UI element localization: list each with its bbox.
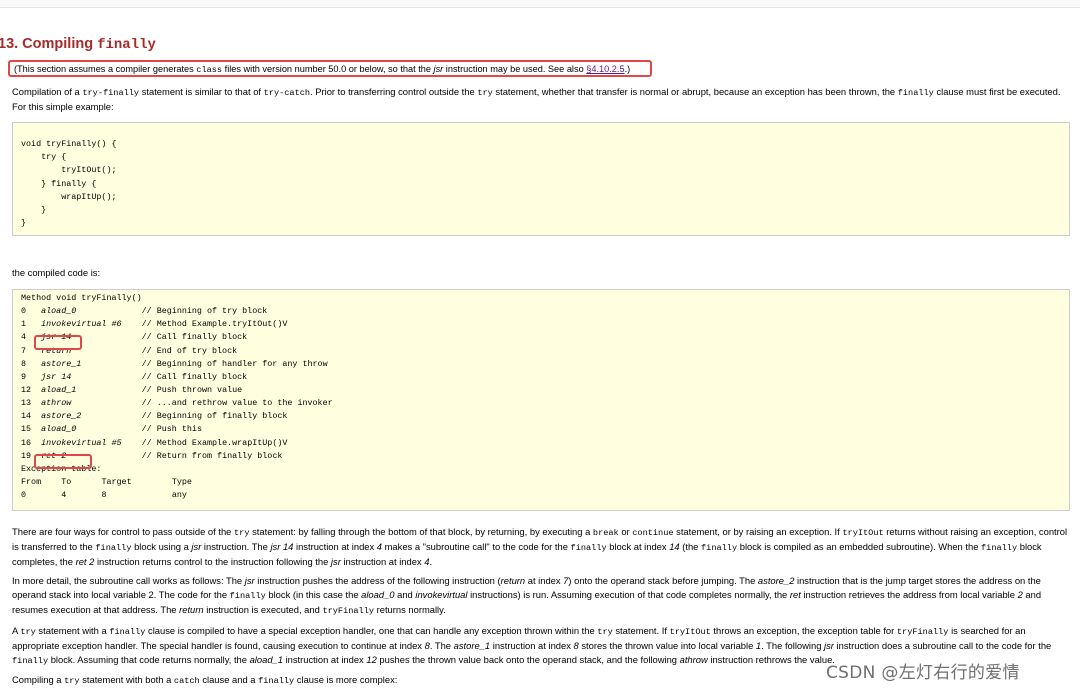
bytecode-comment: // Method Example.wrapItUp()V [141,437,288,448]
bytecode-comment: // Beginning of finally block [141,411,288,422]
section-keyword: finally [97,37,156,53]
bytecode-index: 19 [21,450,32,461]
highlight-ret-2 [34,454,92,469]
bytecode-comment: // Call finally block [141,371,248,382]
bytecode-instruction: astore_2 [41,411,82,422]
bytecode-comment: // Beginning of try block [141,306,268,317]
exception-cell: 8 [101,490,107,501]
code-line: wrapItUp(); [21,191,117,202]
exception-col-header: To [61,476,72,487]
exception-col-header: Target [101,476,132,487]
bytecode-comment: // Method Example.tryItOut()V [141,319,288,330]
bytecode-index: 9 [21,371,27,382]
bytecode-comment: // Push thrown value [141,384,243,395]
paragraph-subroutine-detail: In more detail, the subroutine call work… [12,575,1042,617]
bytecode-index: 7 [21,345,27,356]
bytecode-row: 15 aload_0 // Push this [21,423,1069,436]
example-code-block: void tryFinally() { try { tryItOut(); } … [12,122,1070,236]
csdn-watermark: CSDN @左灯右行的爱情 [826,663,1020,683]
bytecode-index: 0 [21,306,27,317]
code-line: } [21,217,27,228]
exception-cell: 0 [21,490,27,501]
exception-col-header: From [21,476,42,487]
bytecode-row: 16 invokevirtual #5 // Method Example.wr… [21,437,1069,450]
bytecode-index: 12 [21,384,32,395]
note-code: class [196,65,223,75]
bytecode-row: 9 jsr 14 // Call finally block [21,371,1069,384]
section-number: 13. Compiling [0,36,98,52]
bytecode-index: 4 [21,332,27,343]
bytecode-index: 14 [21,411,32,422]
bytecode-comment: // ...and rethrow value to the invoker [141,398,333,409]
bytecode-row: 12 aload_1 // Push thrown value [21,384,1069,397]
bytecode-instruction: jsr 14 [41,371,72,382]
bytecode-index: 13 [21,398,32,409]
exception-table-header: From To Target Type [21,476,1069,489]
section-link[interactable]: §4.10.2.5 [586,64,624,74]
bytecode-row: 7 return // End of try block [21,345,1069,358]
compiled-label: the compiled code is: [12,267,101,278]
compiled-header: Method void tryFinally() [21,293,142,303]
bytecode-comment: // Return from finally block [141,450,283,461]
bytecode-row: 19 ret 2 // Return from finally block [21,450,1069,463]
code-line: void tryFinally() { [21,139,117,150]
bytecode-row: 8 astore_1 // Beginning of handler for a… [21,358,1069,371]
bytecode-index: 1 [21,319,27,330]
bytecode-instruction: aload_0 [41,306,77,317]
section-heading: 13. Compiling finally [0,36,156,53]
bytecode-index: 15 [21,424,32,435]
exception-table-title: Exception table: [21,463,102,474]
bytecode-instruction: aload_0 [41,424,77,435]
bytecode-row: 1 invokevirtual #6 // Method Example.try… [21,318,1069,331]
note-text: .) [624,64,631,74]
code-line: tryItOut(); [21,165,117,176]
bytecode-instruction: astore_1 [41,358,82,369]
exception-cell: 4 [61,490,67,501]
note-text: (This section assumes a compiler generat… [14,64,197,74]
compiled-code-block: Method void tryFinally() 0 aload_0 // Beg… [12,289,1070,511]
bytecode-row: 14 astore_2 // Beginning of finally bloc… [21,410,1069,423]
bytecode-row: 13 athrow // ...and rethrow value to the… [21,397,1069,410]
intro-paragraph: Compilation of a try-finally statement i… [12,86,1061,113]
exception-col-header: Type [171,476,192,487]
bytecode-index: 8 [21,358,27,369]
top-bar [0,0,1080,8]
bytecode-comment: // Push this [141,424,202,435]
highlight-jsr-14 [34,335,82,350]
note-text: files with version number 50.0 or below,… [222,64,434,74]
bytecode-instruction: athrow [41,398,72,409]
bytecode-index: 16 [21,437,32,448]
note-em: jsr [433,64,444,74]
bytecode-instruction: aload_1 [41,384,77,395]
exception-cell: any [171,490,187,501]
code-line: } finally { [21,178,97,189]
bytecode-comment: // Call finally block [141,332,248,343]
code-line: try { [21,152,67,163]
bytecode-comment: // Beginning of handler for any throw [141,358,328,369]
note-text: instruction may be used. See also [443,64,587,74]
bytecode-instruction: invokevirtual #6 [41,319,122,330]
paragraph-four-ways: There are four ways for control to pass … [12,526,1068,568]
version-note-highlighted: (This section assumes a compiler generat… [8,60,652,77]
code-line: } [21,204,47,215]
exception-table-row: 0 4 8 any [21,489,1069,502]
bytecode-row: 0 aload_0 // Beginning of try block [21,305,1069,318]
bytecode-comment: // End of try block [141,345,238,356]
bytecode-instruction: invokevirtual #5 [41,437,122,448]
bytecode-row: 4 jsr 14 // Call finally block [21,331,1069,344]
